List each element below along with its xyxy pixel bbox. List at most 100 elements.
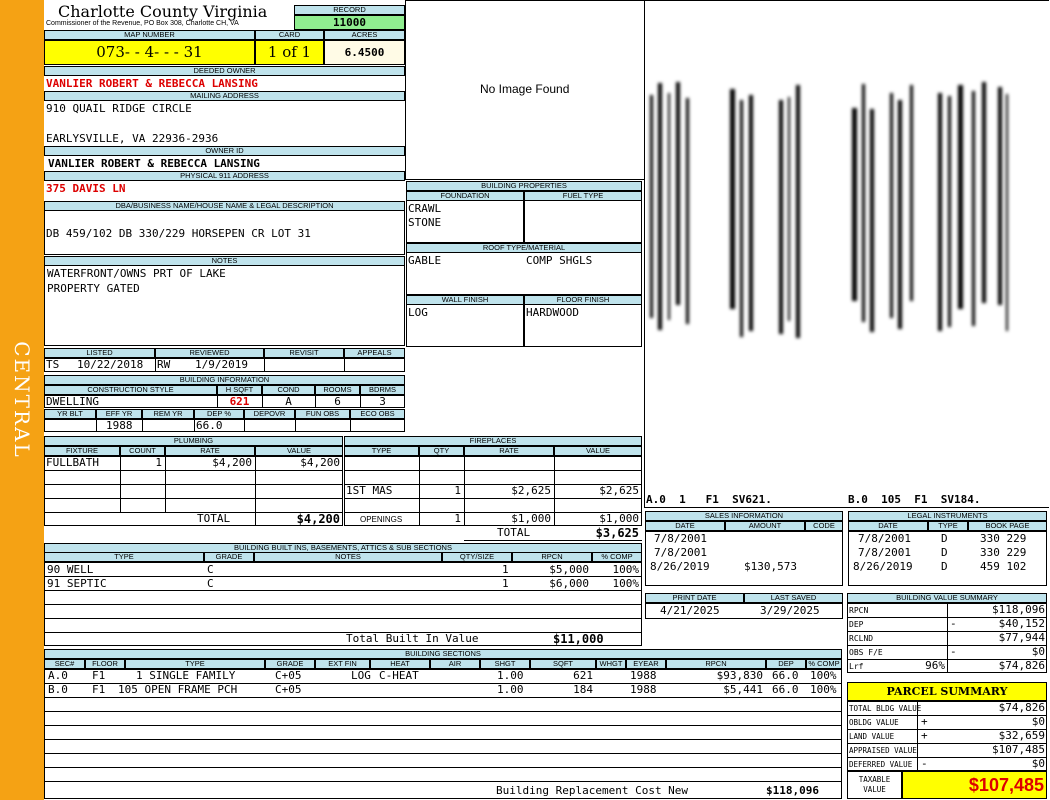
sketch-bar [938, 93, 942, 331]
fp-qty-header: QTY [419, 446, 464, 456]
builtin-type-2: 91 SEPTIC [47, 577, 107, 590]
district-sidebar: CENTRAL [0, 0, 44, 800]
county-title: Charlotte County Virginia [58, 2, 268, 21]
replacement-cost-value: $118,096 [766, 784, 819, 797]
builtin-grade-2: C [207, 577, 214, 590]
total-built-in-label: Total Built In Value [346, 632, 479, 645]
sqft-header: SQFT [530, 659, 596, 669]
section-b-eyear: 1988 [630, 683, 657, 696]
section-b-grade: C+05 [275, 683, 302, 696]
legal-date-2: 7/8/2001 [858, 546, 911, 559]
plumbing-count: 1 [155, 456, 162, 469]
section-b-sec: B.0 [48, 683, 68, 696]
district-label: CENTRAL [10, 341, 34, 459]
bvs-lrf: $74,826 [998, 659, 1045, 672]
builtin-grade-1: C [207, 563, 214, 576]
roof-box [406, 252, 642, 295]
sec-rpcn-header: RPCN [666, 659, 766, 669]
bvs-rclnd: $77,944 [998, 631, 1045, 644]
plumbing-header: PLUMBING [44, 436, 343, 446]
openings-qty: 1 [454, 512, 461, 525]
bedrooms: 3 [379, 395, 386, 408]
rooms: 6 [334, 395, 341, 408]
legal-book-2: 330 229 [980, 546, 1027, 559]
air-header: AIR [430, 659, 480, 669]
legal-date-1: 7/8/2001 [858, 532, 911, 545]
sketch-bar [898, 100, 902, 329]
bvs-obs: $0 [1031, 645, 1045, 658]
section-a-shgt: 1.00 [497, 669, 524, 682]
plumbing-total: $4,200 [296, 512, 340, 526]
revisit-header: REVISIT [264, 348, 344, 358]
foundation-value2: STONE [408, 216, 442, 229]
map-number: 073- - 4- - - 31 [44, 40, 255, 65]
builtin-qty-1: 1 [502, 563, 509, 576]
openings-value: $1,000 [599, 512, 639, 525]
sales-amount-header: AMOUNT [725, 521, 805, 531]
sections-column-headers: SEC# FLOOR TYPE GRADE EXT FIN HEAT AIR S… [44, 659, 842, 669]
taxable-label-line1: TAXABLE [858, 775, 891, 784]
sec-type-header: TYPE [125, 659, 265, 669]
physical-address: 375 DAVIS LN [46, 182, 126, 195]
fuel-box [524, 200, 642, 243]
builtin-rpcn-1: $5,000 [549, 563, 589, 576]
sketch-bar [958, 85, 963, 309]
section-a-dep: 66.0 [772, 669, 799, 682]
sketch-bar [852, 108, 857, 301]
legal-type-3: D [941, 560, 948, 573]
section-a-sqft: 621 [573, 669, 593, 682]
reviewed-header: REVIEWED [155, 348, 264, 358]
legal-book-header: BOOK PAGE [968, 521, 1047, 531]
obldg-value: $0 [1031, 715, 1045, 728]
sketch-bar [730, 89, 735, 309]
section-b-shgt: 1.00 [497, 683, 524, 696]
notes-line1: WATERFRONT/OWNS PRT OF LAKE [47, 267, 226, 280]
replacement-cost-label: Building Replacement Cost New [496, 784, 689, 797]
sec-header: SEC# [44, 659, 85, 669]
acres-value: 6.4500 [324, 40, 405, 65]
bi-notes-header: NOTES [254, 552, 442, 562]
taxable-value: $107,485 [902, 771, 1047, 799]
bi-type-header: TYPE [44, 552, 204, 562]
deeded-owner-header: DEEDED OWNER [44, 66, 405, 76]
section-a-type: 1 SINGLE FAMILY [136, 669, 236, 682]
land-value: $32,659 [998, 729, 1045, 742]
appraised-label: APPRAISED VALUE [849, 746, 917, 755]
sketch-bar [650, 95, 653, 318]
owner-id-header: OWNER ID [44, 146, 405, 156]
eyear-header: EYEAR [626, 659, 666, 669]
fp-type-header: TYPE [344, 446, 419, 456]
bvs-obs-label: OBS F/E [849, 648, 883, 657]
physical-address-header: PHYSICAL 911 ADDRESS [44, 171, 405, 181]
count-header: COUNT [120, 446, 165, 456]
fun-obs-header: FUN OBS [295, 409, 350, 419]
sketch-bar [740, 100, 743, 337]
fireplace-rate: $2,625 [511, 484, 551, 497]
effective-year: 1988 [106, 419, 133, 432]
bi-rpcn-header: RPCN [512, 552, 592, 562]
sketch-bar [948, 96, 951, 327]
sketch-caption-a: A.0 1 F1 SV621. [646, 493, 772, 506]
card-header: CARD [255, 30, 324, 40]
building-value-summary-header: BUILDING VALUE SUMMARY [847, 593, 1047, 603]
foundation-value1: CRAWL [408, 202, 442, 215]
sketch-bar [779, 100, 783, 334]
construction-style: DWELLING [46, 395, 99, 408]
listed-header: LISTED [44, 348, 155, 358]
section-a-floor: F1 [92, 669, 106, 682]
section-b-rpcn: $5,441 [723, 683, 763, 696]
openings-label: OPENINGS [360, 515, 403, 524]
building-sections-header: BUILDING SECTIONS [44, 649, 842, 659]
sketch-bar [1006, 94, 1008, 331]
fireplaces-header: FIREPLACES [344, 436, 642, 446]
fireplace-total-label: TOTAL [497, 526, 531, 539]
plumbing-fixture: FULLBATH [46, 456, 99, 469]
last-saved-header: LAST SAVED [744, 593, 843, 603]
obldg-label: OBLDG VALUE [849, 718, 899, 727]
fireplace-total: $3,625 [595, 526, 639, 540]
sketch-bar [788, 97, 790, 321]
total-bldg-value: $74,826 [998, 701, 1045, 714]
sketch-barcode-image [646, 60, 1046, 365]
section-b-dep: 66.0 [772, 683, 799, 696]
deferred-value: $0 [1031, 757, 1045, 770]
